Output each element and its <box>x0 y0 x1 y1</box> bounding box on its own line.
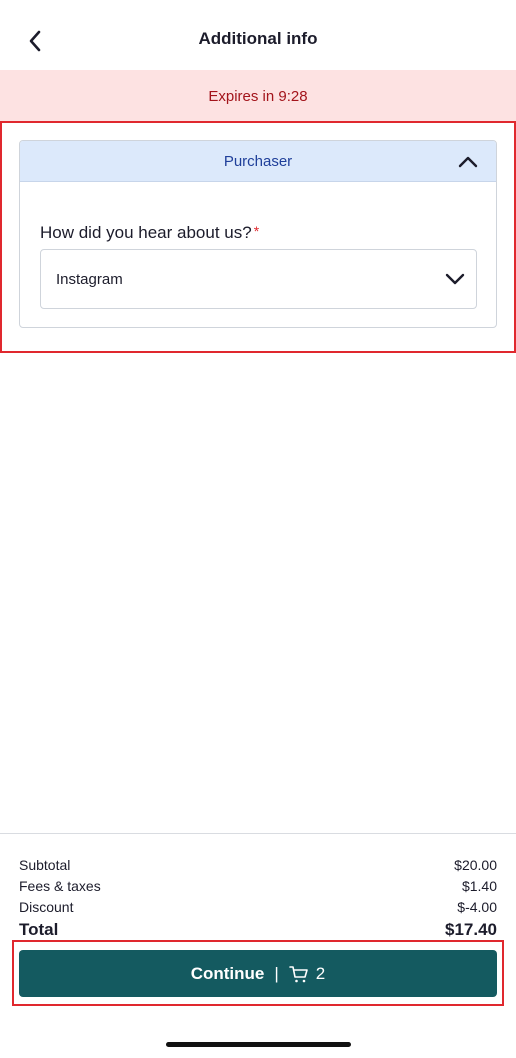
highlight-frame-form <box>0 121 516 353</box>
subtotal-label: Subtotal <box>19 857 71 873</box>
fees-label: Fees & taxes <box>19 878 101 894</box>
highlight-frame-button <box>12 940 504 1006</box>
expiry-banner: Expires in 9:28 <box>0 70 516 122</box>
fees-value: $1.40 <box>461 878 497 894</box>
app-header: Additional info <box>0 0 516 70</box>
summary-divider <box>0 833 516 834</box>
fees-row: Fees & taxes $1.40 <box>19 876 497 897</box>
discount-label: Discount <box>19 899 74 915</box>
expiry-text: Expires in 9:28 <box>208 87 308 105</box>
page-title: Additional info <box>198 29 318 48</box>
subtotal-value: $20.00 <box>454 857 497 873</box>
total-row: Total $17.40 <box>19 918 497 942</box>
screen: Additional info Expires in 9:28 Purchase… <box>0 0 516 1058</box>
discount-value: $-4.00 <box>457 899 497 915</box>
subtotal-row: Subtotal $20.00 <box>19 855 497 876</box>
total-label: Total <box>19 920 59 939</box>
order-summary: Subtotal $20.00 Fees & taxes $1.40 Disco… <box>19 855 497 942</box>
discount-row: Discount $-4.00 <box>19 897 497 918</box>
total-value: $17.40 <box>445 920 497 939</box>
home-indicator <box>166 1042 351 1047</box>
